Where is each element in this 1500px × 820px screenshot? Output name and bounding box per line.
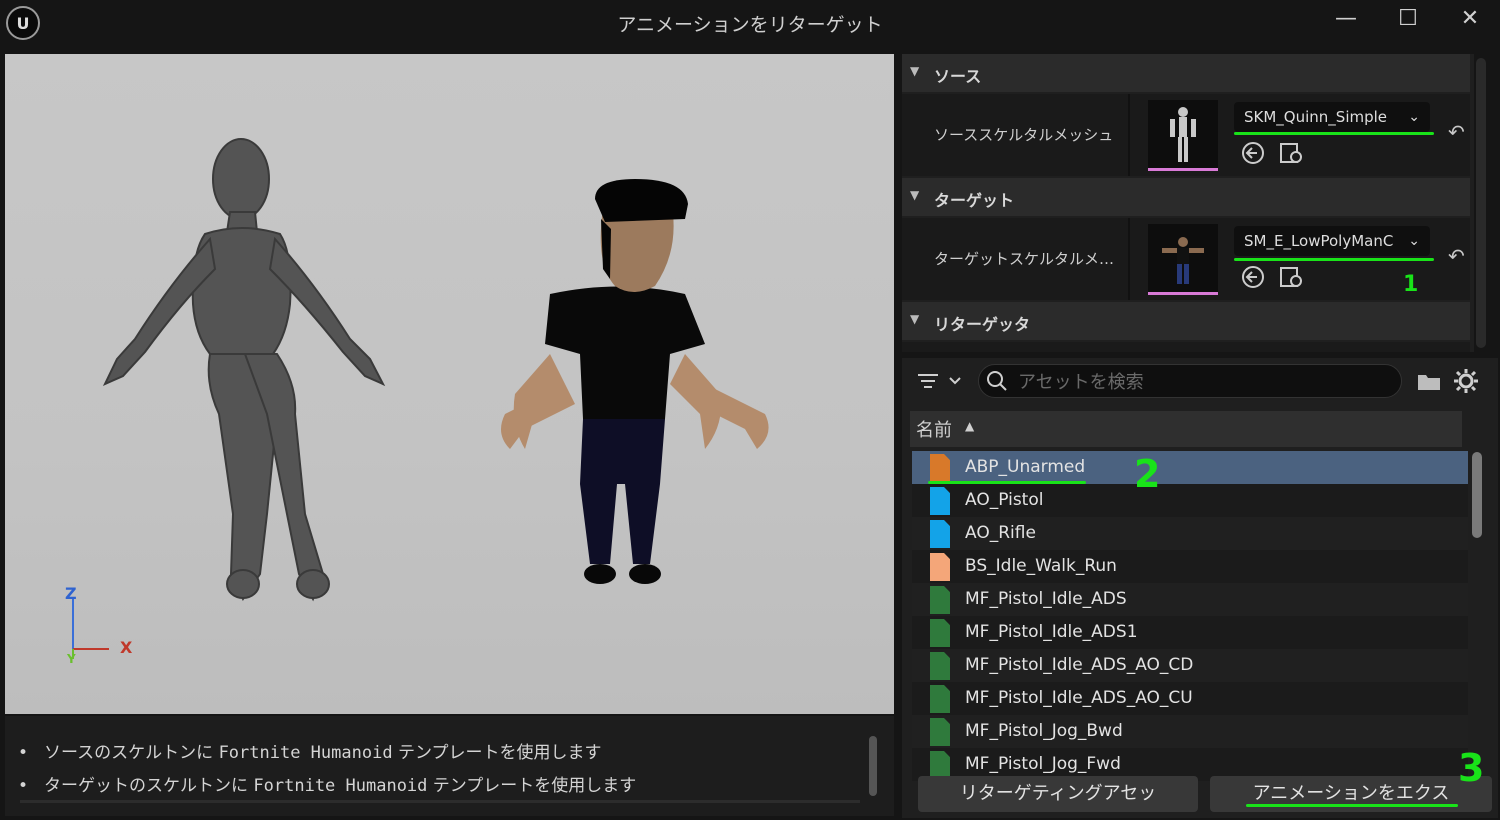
asset-list-item[interactable]: MF_Pistol_Idle_ADS1 [912,616,1468,649]
asset-name: BS_Idle_Walk_Run [965,556,1117,576]
asset-list-item[interactable]: MF_Pistol_Idle_ADS [912,583,1468,616]
browse-back-icon[interactable] [1240,264,1266,290]
asset-file-icon [930,586,950,614]
window-title: アニメーションをリターゲット [617,14,883,36]
asset-list-item[interactable]: MF_Pistol_Jog_Bwd [912,715,1468,748]
category-target[interactable]: ▼ ターゲット [902,178,1470,216]
source-mesh-thumbnail[interactable] [1148,100,1218,171]
highlight-underline [1234,132,1434,135]
find-in-browser-icon[interactable] [1278,140,1304,166]
asset-file-icon [930,454,950,482]
log-line: • ソースのスケルトンに Fortnite Humanoid テンプレートを使用し… [18,743,602,763]
property-label: ソーススケルタルメッシュ [934,126,1114,144]
log-scrollbar[interactable] [869,736,877,796]
category-source[interactable]: ▼ ソース [902,54,1470,92]
asset-list-item[interactable]: BS_Idle_Walk_Run [912,550,1468,583]
expand-arrow-icon: ▼ [910,64,920,78]
chevron-down-icon: ⌄ [1408,233,1420,249]
category-retargeter[interactable]: ▼ リターゲッタ [902,302,1470,340]
reset-arrow-icon[interactable]: ↶ [1448,120,1465,144]
category-label: リターゲッタ [934,315,1031,334]
axis-gizmo [72,599,109,659]
category-label: ソース [934,67,982,86]
asset-file-icon [930,553,950,581]
asset-name: ABP_Unarmed [965,457,1086,477]
asset-list-item[interactable]: MF_Pistol_Idle_ADS_AO_CU [912,682,1468,715]
highlight-underline [928,481,1086,484]
axis-z-label: Z [65,584,77,603]
reset-arrow-icon[interactable]: ↶ [1448,244,1465,268]
source-character-mesh [102,138,386,602]
find-in-browser-icon[interactable] [1278,264,1304,290]
folder-icon[interactable] [1416,370,1442,392]
target-character-mesh [501,179,769,584]
column-header-name[interactable]: 名前 ▲ [910,411,1462,447]
browse-back-icon[interactable] [1240,140,1266,166]
asset-name: MF_Pistol_Idle_ADS_AO_CD [965,655,1194,675]
annotation-number: 3 [1458,746,1485,790]
asset-file-icon [930,751,950,779]
search-placeholder: アセットを検索 [1018,372,1144,393]
asset-file-icon [930,520,950,548]
asset-list-item[interactable]: MF_Pistol_Idle_ADS_AO_CD [912,649,1468,682]
expand-arrow-icon: ▼ [910,312,920,326]
asset-file-icon [930,619,950,647]
asset-name: MF_Pistol_Idle_ADS1 [965,622,1138,642]
asset-file-icon [930,652,950,680]
filter-icon[interactable] [916,370,964,394]
maximize-button[interactable]: ☐ [1384,4,1432,34]
log-hscroll[interactable] [20,800,860,803]
log-line: • ターゲットのスケルトンに Fortnite Humanoid テンプレートを使… [18,776,637,796]
target-mesh-combo[interactable]: SM_E_LowPolyManC ⌄ [1234,226,1430,256]
asset-list-item[interactable]: ABP_Unarmed [912,451,1468,484]
details-scrollbar[interactable] [1476,58,1486,348]
axis-x-label: X [120,638,133,657]
highlight-underline [1234,258,1434,261]
asset-name: MF_Pistol_Jog_Bwd [965,721,1123,741]
source-mesh-combo[interactable]: SKM_Quinn_Simple ⌄ [1234,102,1430,132]
chevron-down-icon: ⌄ [1408,109,1420,125]
asset-name: AO_Pistol [965,490,1044,510]
close-button[interactable]: ✕ [1446,4,1494,34]
gear-icon[interactable] [1453,368,1479,394]
highlight-underline [1246,804,1458,807]
sort-ascending-icon: ▲ [965,419,975,433]
asset-list-item[interactable]: AO_Pistol [912,484,1468,517]
asset-name: AO_Rifle [965,523,1036,543]
asset-file-icon [930,685,950,713]
property-label: ターゲットスケルタルメッシュ [934,250,1119,268]
annotation-number: 1 [1403,272,1419,297]
search-icon [987,371,1007,391]
asset-file-icon [930,487,950,515]
axis-y-label: Y [67,652,76,666]
preview-viewport[interactable] [5,54,894,714]
character-preview [72,138,769,659]
asset-list-item[interactable]: AO_Rifle [912,517,1468,550]
target-mesh-thumbnail[interactable] [1148,224,1218,295]
asset-file-icon [930,718,950,746]
asset-list-scrollbar[interactable] [1472,452,1482,538]
expand-arrow-icon: ▼ [910,188,920,202]
category-label: ターゲット [934,191,1015,210]
source-mesh-row: ソーススケルタルメッシュ SKM_Quinn_Simple ⌄ ↶ [902,94,1470,176]
retarget-assets-button[interactable]: リターゲティングアセッ [918,776,1198,812]
minimize-button[interactable]: — [1322,4,1370,34]
asset-name: MF_Pistol_Jog_Fwd [965,754,1121,774]
details-panel: ▼ ソース ソーススケルタルメッシュ SKM_Quinn_Simple ⌄ ↶ ▼… [902,54,1474,352]
asset-name: MF_Pistol_Idle_ADS_AO_CU [965,688,1193,708]
annotation-number: 2 [1134,452,1161,496]
asset-name: MF_Pistol_Idle_ADS [965,589,1127,609]
